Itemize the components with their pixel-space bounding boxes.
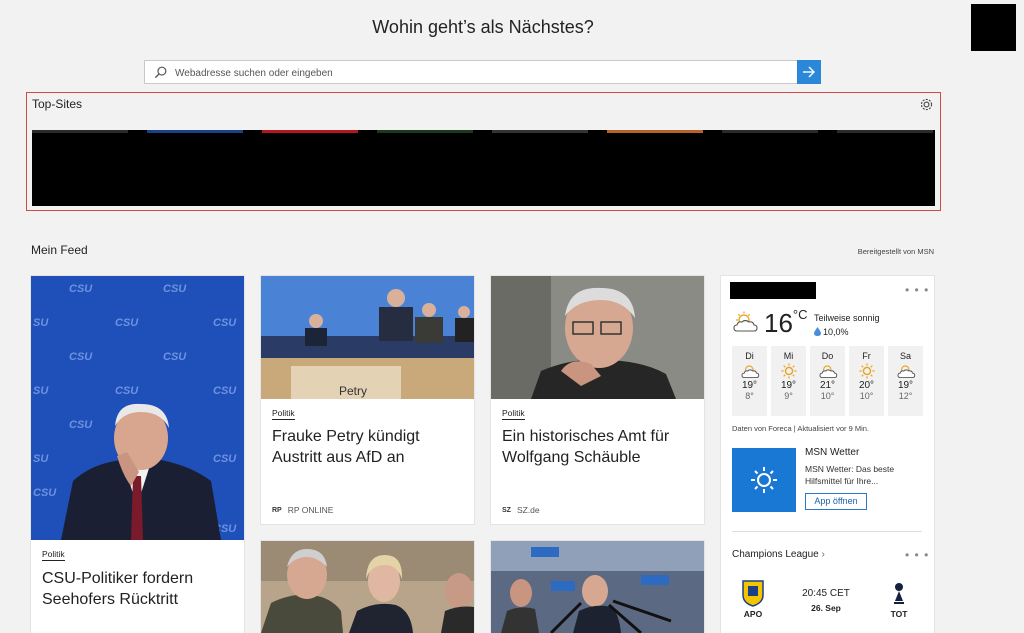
news-card[interactable]	[261, 541, 474, 633]
svg-text:CSU: CSU	[69, 419, 93, 431]
top-sites-title: Top-Sites	[32, 97, 83, 111]
sun-icon	[780, 363, 797, 379]
card-title[interactable]: CSU-Politiker fordern Seehofers Rücktrit…	[42, 568, 234, 610]
top-site-tile[interactable]	[147, 130, 243, 206]
club-crest-icon	[894, 583, 904, 604]
svg-text:CSU: CSU	[69, 351, 93, 363]
feed-provider: Bereitgestellt von MSN	[857, 247, 934, 256]
more-options-icon[interactable]: • • •	[905, 283, 929, 297]
search-input[interactable]	[173, 63, 797, 83]
forecast-day[interactable]: Di 19° 8°	[732, 346, 767, 416]
svg-text:CSU: CSU	[163, 351, 187, 363]
svg-text:SU: SU	[33, 317, 49, 329]
svg-text:SU: SU	[33, 453, 49, 465]
more-options-icon[interactable]: • • •	[905, 548, 929, 562]
top-site-tile[interactable]	[837, 130, 933, 206]
partly-cloudy-icon	[741, 365, 759, 379]
top-site-tile[interactable]	[492, 130, 588, 206]
card-source: RP RP ONLINE	[272, 505, 333, 515]
top-sites-section: Top-Sites	[26, 92, 941, 211]
svg-text:CSU: CSU	[213, 317, 237, 329]
source-name: SZ.de	[516, 505, 540, 515]
app-name: MSN Wetter	[805, 447, 860, 458]
news-card[interactable]: Politik Ein historisches Amt für Wolfgan…	[491, 276, 704, 524]
divider	[732, 531, 922, 532]
card-source: SZ SZ.de	[502, 505, 540, 515]
open-app-button[interactable]: App öffnen	[805, 493, 867, 510]
feed-title: Mein Feed	[31, 243, 88, 257]
top-site-tile[interactable]	[607, 130, 703, 206]
chevron-right-icon: ›	[821, 549, 825, 560]
svg-text:CSU: CSU	[69, 283, 93, 295]
location-redacted	[730, 282, 816, 299]
champions-league-link[interactable]: Champions League ›	[732, 549, 825, 560]
card-title[interactable]: Frauke Petry kündigt Austritt aus AfD an	[272, 426, 464, 468]
partly-cloudy-icon	[733, 311, 758, 332]
top-sites-tiles	[32, 130, 935, 206]
news-card[interactable]: CSU CSU SU CSU CSU CSU CSU SU CSU CSU CSU CSU S…	[31, 276, 244, 633]
forecast-day[interactable]: Fr 20° 10°	[849, 346, 884, 416]
article-image	[491, 541, 704, 633]
top-site-tile[interactable]	[722, 130, 818, 206]
article-image	[261, 541, 474, 633]
svg-text:CSU: CSU	[213, 453, 237, 465]
article-image: CSU CSU SU CSU CSU CSU CSU SU CSU CSU CSU CSU S…	[31, 276, 244, 540]
svg-text:CSU: CSU	[115, 317, 139, 329]
home-team[interactable]: APO	[735, 579, 771, 619]
search-box[interactable]	[144, 60, 821, 84]
away-team[interactable]: TOT	[881, 579, 917, 619]
current-temperature: 16°C	[764, 307, 808, 338]
top-site-tile[interactable]	[377, 130, 473, 206]
sun-icon	[858, 363, 875, 379]
gear-icon[interactable]	[919, 97, 934, 112]
svg-text:CSU: CSU	[115, 385, 139, 397]
article-image: Petry	[261, 276, 474, 399]
club-crest-icon	[742, 580, 764, 607]
msn-weather-app-tile[interactable]	[732, 448, 796, 512]
forecast-day[interactable]: Do 21° 10°	[810, 346, 845, 416]
news-card[interactable]	[491, 541, 704, 633]
svg-text:CSU: CSU	[163, 283, 187, 295]
partly-cloudy-icon	[897, 365, 915, 379]
article-image	[491, 276, 704, 399]
sun-icon	[751, 467, 777, 493]
page-headline: Wohin geht’s als Nächstes?	[372, 17, 594, 37]
top-site-tile[interactable]	[262, 130, 358, 206]
forecast-day[interactable]: Sa 19° 12°	[888, 346, 923, 416]
forecast-days: Di 19° 8° Mi 19° 9° Do 21° 10° Fr 20° 10…	[732, 346, 923, 417]
rain-chance: 10,0%	[814, 327, 849, 337]
card-title[interactable]: Ein historisches Amt für Wolfgang Schäub…	[502, 426, 694, 468]
partly-cloudy-icon	[819, 365, 837, 379]
app-description: MSN Wetter: Das beste Hilfsmittel für Ih…	[805, 464, 895, 486]
weather-condition: Teilweise sonnig	[814, 313, 880, 323]
svg-text:Petry: Petry	[339, 384, 367, 398]
weather-panel: • • • 16°C Teilweise sonnig 10,0% Di 19°…	[721, 276, 934, 633]
match-date: 26. Sep	[811, 603, 841, 613]
source-name: RP ONLINE	[287, 505, 334, 515]
card-category: Politik	[42, 549, 65, 561]
search-go-button[interactable]	[797, 60, 821, 84]
card-category: Politik	[272, 408, 295, 420]
match-time: 20:45 CET	[802, 588, 850, 599]
svg-text:CSU: CSU	[213, 385, 237, 397]
svg-text:SU: SU	[33, 385, 49, 397]
source-logo: SZ	[502, 506, 511, 514]
arrow-right-icon	[803, 66, 815, 78]
source-logo: RP	[272, 506, 282, 514]
top-site-tile[interactable]	[32, 130, 128, 206]
forecast-day[interactable]: Mi 19° 9°	[771, 346, 806, 416]
raindrop-icon	[814, 327, 821, 336]
weather-source: Daten von Foreca | Aktualisiert vor 9 Mi…	[732, 424, 870, 433]
redacted-block	[971, 4, 1016, 51]
card-category: Politik	[502, 408, 525, 420]
news-card[interactable]: Petry Politik Frauke Petry kündigt Austr…	[261, 276, 474, 524]
svg-text:CSU: CSU	[33, 487, 57, 499]
search-icon	[154, 66, 167, 79]
